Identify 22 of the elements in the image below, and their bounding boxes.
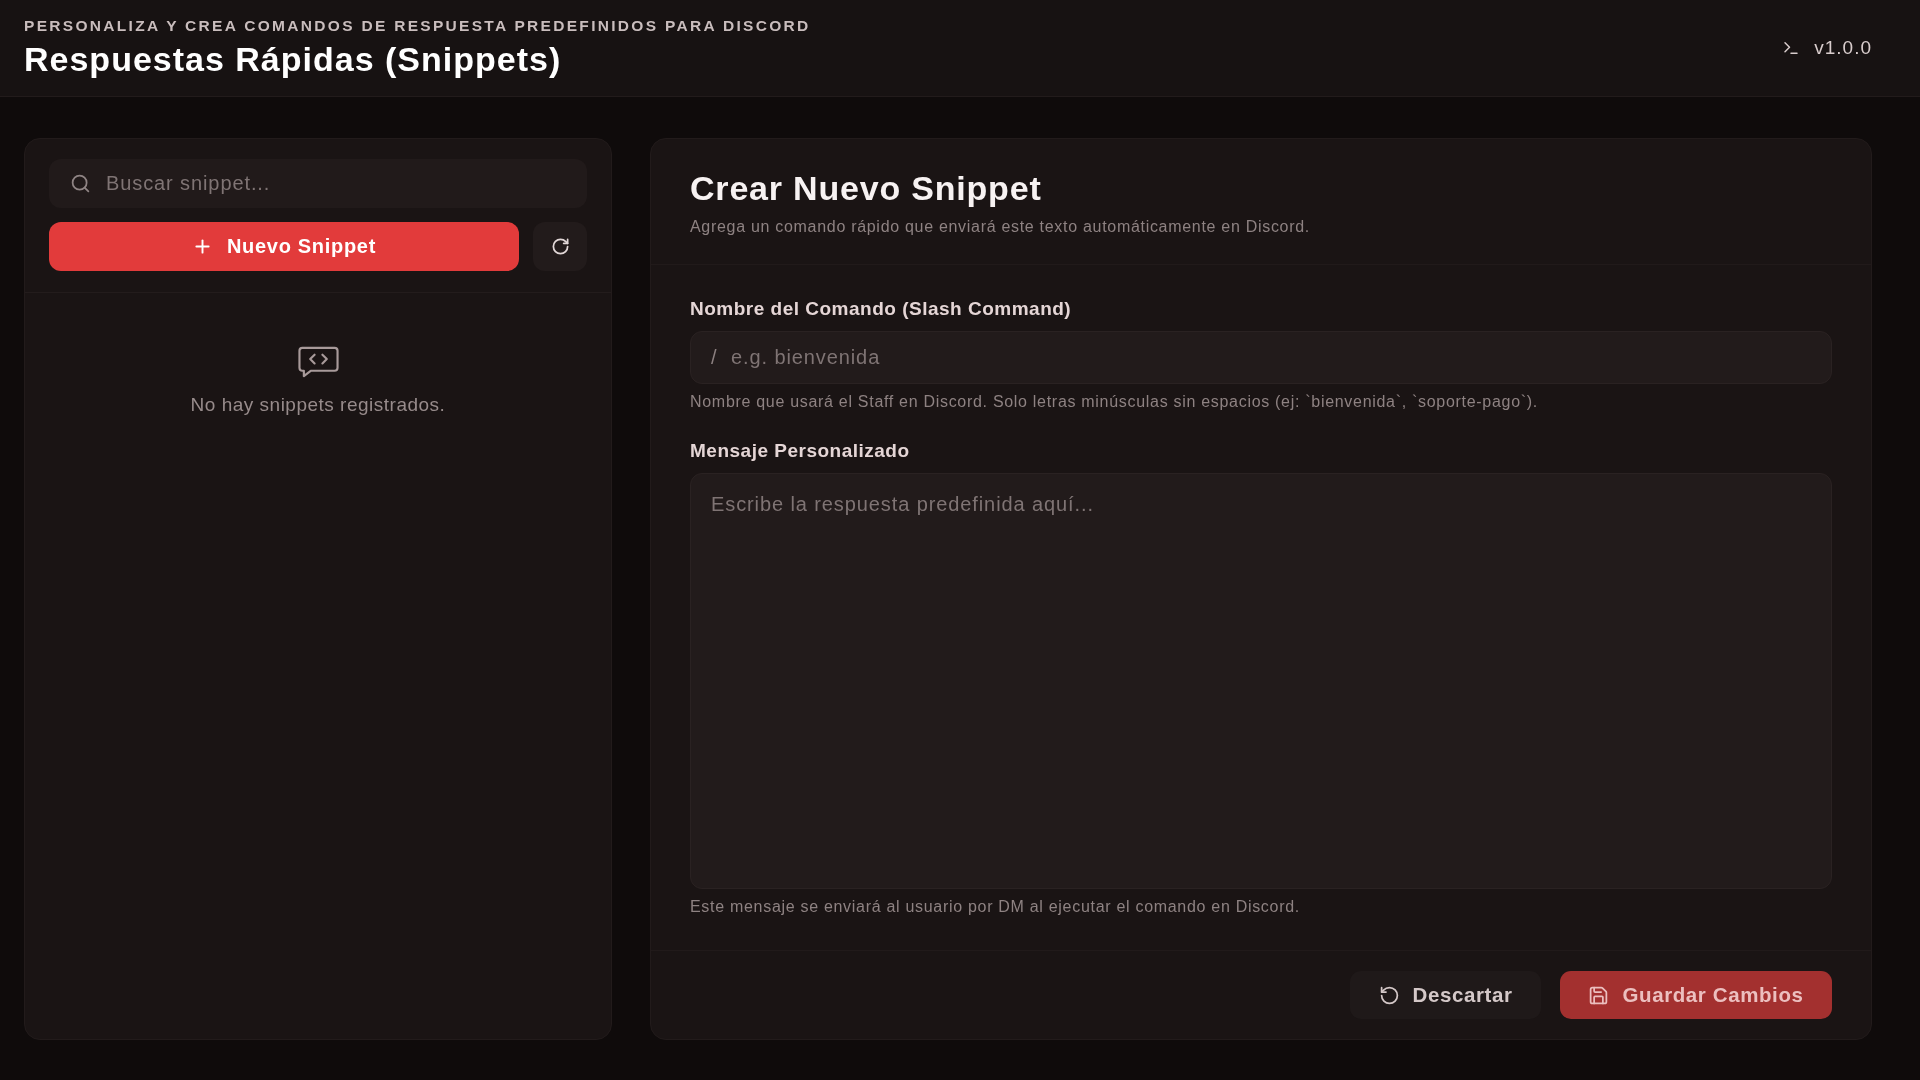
message-textarea[interactable]: Escribe la respuesta predefinida aquí... bbox=[690, 473, 1832, 889]
slash-prefix: / bbox=[711, 346, 717, 369]
search-icon bbox=[70, 173, 91, 194]
page-title: Respuestas Rápidas (Snippets) bbox=[24, 40, 563, 79]
new-snippet-button[interactable]: Nuevo Snippet bbox=[49, 222, 519, 271]
search-field[interactable]: Buscar snippet... bbox=[49, 159, 587, 208]
undo-icon bbox=[1378, 984, 1400, 1006]
code-message-icon bbox=[297, 346, 339, 378]
field-hint: Este mensaje se enviará al usuario por DM al ejecutar el comando en Discord. bbox=[690, 898, 1301, 916]
empty-message: No hay snippets registrados. bbox=[190, 394, 446, 416]
field-label: Nombre del Comando (Slash Command) bbox=[690, 298, 1073, 320]
field-hint: Nombre que usará el Staff en Discord. Solo letras minúsculas sin espacios (ej: `bienvenida`, `soporte-pago`). bbox=[690, 393, 1539, 411]
save-icon bbox=[1588, 984, 1610, 1006]
editor-title: Crear Nuevo Snippet bbox=[690, 169, 1043, 208]
editor-subtitle: Agrega un comando rápido que enviará este texto automáticamente en Discord. bbox=[690, 218, 1311, 236]
field-label: Mensaje Personalizado bbox=[690, 440, 911, 462]
refresh-icon bbox=[550, 237, 570, 256]
discard-button[interactable]: Descartar bbox=[1350, 971, 1541, 1019]
header-eyebrow: PERSONALIZA Y CREA COMANDOS DE RESPUESTA PREDEFINIDOS PARA DISCORD bbox=[24, 17, 811, 35]
terminal-icon bbox=[1782, 39, 1801, 57]
version-label: v1.0.0 bbox=[1814, 37, 1872, 59]
refresh-button[interactable] bbox=[533, 222, 587, 271]
